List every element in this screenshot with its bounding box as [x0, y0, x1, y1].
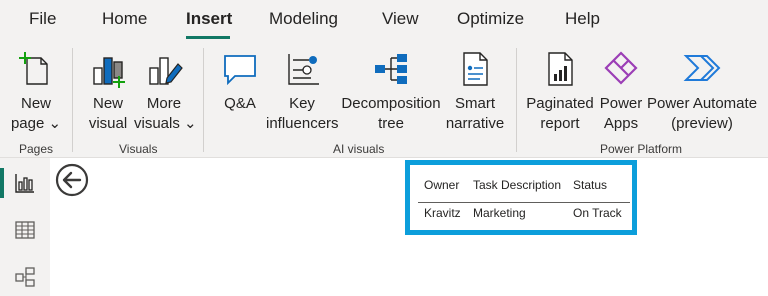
paginated-report-icon	[548, 52, 573, 86]
decomposition-tree-label-2: tree	[378, 115, 404, 132]
menu-optimize[interactable]: Optimize	[457, 9, 524, 29]
paginated-report-label-1: Paginated	[526, 95, 594, 112]
smart-narrative-label-1: Smart	[454, 95, 495, 112]
smart-narrative-label-2: narrative	[445, 115, 505, 132]
key-influencers-label-1: Key	[289, 95, 315, 112]
new-visual-icon	[93, 57, 125, 88]
menu-insert[interactable]: Insert	[186, 9, 232, 29]
menu-help[interactable]: Help	[565, 9, 600, 29]
more-visuals-button[interactable]: More visuals ⌄	[134, 42, 197, 138]
power-platform-group-label: Power Platform	[600, 142, 683, 156]
table-cell-task-description: Marketing	[473, 206, 526, 220]
qna-button[interactable]: Q&A	[214, 42, 266, 138]
more-visuals-label-1: More	[146, 95, 182, 112]
smart-narrative-button[interactable]: Smart narrative	[444, 42, 506, 138]
power-automate-button[interactable]: Power Automate (preview)	[646, 42, 758, 138]
power-apps-icon	[604, 51, 638, 85]
new-visual-button[interactable]: New visual	[80, 42, 136, 138]
table-cell-status: On Track	[573, 206, 622, 220]
menu-view[interactable]: View	[382, 9, 419, 29]
group-divider	[72, 48, 73, 152]
new-page-button[interactable]: New page ⌄	[6, 42, 66, 138]
more-visuals-icon	[149, 57, 183, 85]
decomposition-tree-label-1: Decomposition	[341, 95, 441, 112]
menu-file[interactable]: File	[29, 9, 56, 29]
new-page-icon	[19, 52, 48, 85]
group-divider	[203, 48, 204, 152]
paginated-report-label-2: report	[540, 115, 580, 132]
ribbon: New page ⌄ Pages New visual More visuals…	[0, 42, 768, 158]
active-tab-indicator	[186, 36, 230, 39]
menu-home[interactable]: Home	[102, 9, 147, 29]
power-apps-button[interactable]: Power Apps	[596, 42, 646, 138]
new-visual-label-1: New	[92, 95, 123, 112]
model-view-icon[interactable]	[14, 266, 36, 288]
key-influencers-button[interactable]: Key influencers	[266, 42, 339, 138]
qna-label: Q&A	[224, 95, 256, 112]
back-arrow-icon[interactable]	[55, 163, 89, 197]
power-automate-label-2: (preview)	[671, 115, 733, 132]
table-view-icon[interactable]	[14, 219, 36, 241]
decomposition-tree-button[interactable]: Decomposition tree	[340, 42, 442, 138]
power-automate-label-1: Power Automate	[646, 95, 758, 112]
power-apps-label-1: Power	[599, 95, 643, 112]
column-header-task-description[interactable]: Task Description	[473, 178, 561, 192]
power-automate-icon	[683, 55, 721, 81]
more-visuals-label-2: visuals ⌄	[134, 115, 197, 132]
new-page-label-2: page ⌄	[10, 115, 62, 132]
decomposition-tree-icon	[375, 54, 407, 84]
paginated-report-button[interactable]: Paginated report	[525, 42, 595, 138]
ai-visuals-group-label: AI visuals	[333, 142, 385, 156]
qna-icon	[224, 55, 256, 86]
key-influencers-icon	[288, 54, 319, 85]
table-cell-owner: Kravitz	[424, 206, 461, 220]
smart-narrative-icon	[463, 52, 488, 86]
table-visual[interactable]: Owner Task Description Status Kravitz Ma…	[405, 160, 637, 235]
pages-group-label: Pages	[19, 142, 54, 156]
active-view-indicator	[0, 168, 4, 198]
header-divider	[418, 202, 630, 203]
column-header-status[interactable]: Status	[573, 178, 607, 192]
key-influencers-label-2: influencers	[266, 115, 339, 132]
menu-modeling[interactable]: Modeling	[269, 9, 338, 29]
visuals-group-label: Visuals	[119, 142, 158, 156]
group-divider	[516, 48, 517, 152]
column-header-owner[interactable]: Owner	[424, 178, 459, 192]
new-page-label-1: New	[20, 95, 51, 112]
report-view-icon[interactable]	[14, 172, 36, 194]
power-apps-label-2: Apps	[603, 115, 639, 132]
menu-bar: File Home Insert Modeling View Optimize …	[0, 0, 768, 42]
new-visual-label-2: visual	[88, 115, 128, 132]
